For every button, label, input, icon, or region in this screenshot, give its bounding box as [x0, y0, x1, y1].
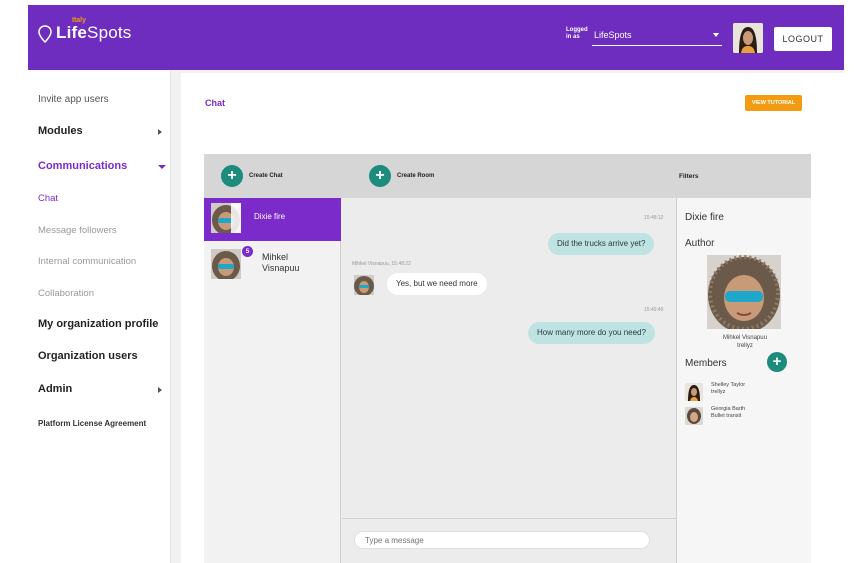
logout-button[interactable]: LOGOUT [774, 27, 832, 51]
sidebar-item-communications[interactable]: Communications [38, 160, 127, 172]
screenshot-frame: Italy LifeSpots Logged in as LifeSpots L… [0, 0, 854, 563]
sidebar-item-my-organization-profile[interactable]: My organization profile [38, 318, 158, 330]
room-thumbnail [211, 203, 241, 233]
create-chat-label: Create Chat [249, 173, 283, 179]
avatar-portrait-icon [685, 383, 703, 401]
logged-in-label: Logged in as [566, 27, 588, 40]
fur-hood-portrait-icon [707, 255, 781, 329]
room-name: Dixie fire [685, 212, 724, 223]
member-item[interactable]: Shelley Taylor trellyz [685, 382, 805, 404]
fur-hood-portrait-icon [211, 203, 241, 233]
message-timestamp: 15:48:12 [644, 215, 664, 221]
author-name: Mihkel Visnapuu [723, 335, 767, 341]
conversation-name: Dixie fire [254, 212, 286, 221]
top-bar: Italy LifeSpots Logged in as LifeSpots L… [28, 5, 844, 70]
avatar-portrait-icon [733, 23, 763, 53]
plus-icon: + [221, 165, 243, 187]
sidebar-item-platform-license-agreement[interactable]: Platform License Agreement [38, 419, 146, 428]
lifespots-logo[interactable]: Italy LifeSpots [38, 17, 132, 43]
sidebar-item-organization-users[interactable]: Organization users [38, 350, 138, 362]
logo-tagline: Italy [72, 17, 87, 24]
add-member-button[interactable]: + [767, 352, 787, 372]
view-tutorial-button[interactable]: VIEW TUTORIAL [745, 95, 802, 111]
page-title: Chat [205, 98, 225, 108]
create-room-button[interactable]: + Create Room [369, 165, 434, 187]
contact-avatar [211, 249, 241, 279]
sidebar-item-admin[interactable]: Admin [38, 383, 72, 395]
conversation-item-mihkel-visnapuu[interactable]: 5 Mihkel Visnapuu [204, 244, 341, 287]
logo-text: LifeSpots [56, 23, 132, 42]
chevron-down-icon [158, 165, 166, 169]
user-avatar[interactable] [733, 23, 763, 53]
members-heading: Members [685, 358, 727, 369]
plus-icon: + [369, 165, 391, 187]
member-name: Georgia Barth [711, 406, 746, 412]
chat-panel: + Create Chat + Create Room Filters Dixi… [204, 154, 811, 563]
member-avatar [685, 407, 703, 425]
conversation-item-dixie-fire[interactable]: Dixie fire [204, 198, 341, 241]
message-bubble-outgoing: How many more do you need? [528, 322, 655, 344]
sidebar-item-collaboration[interactable]: Collaboration [38, 288, 94, 299]
filters-label[interactable]: Filters [679, 173, 699, 180]
fur-hood-portrait-icon [211, 249, 241, 279]
create-chat-button[interactable]: + Create Chat [221, 165, 283, 187]
location-pin-icon [38, 25, 52, 43]
message-bubble-outgoing: Did the trucks arrive yet? [548, 233, 655, 255]
author-info: Mihkel Visnapuu trellyz [715, 334, 775, 350]
message-thread: 15:48:12 Did the trucks arrive yet? Mihk… [342, 198, 676, 518]
compose-area [342, 518, 676, 563]
sender-avatar [354, 275, 374, 295]
chevron-down-icon [713, 33, 719, 37]
main-content: Chat VIEW TUTORIAL + Create Chat + Creat… [181, 73, 844, 563]
sidebar: Invite app users Modules Communications … [28, 70, 171, 563]
member-item[interactable]: Georgia Barth Bullet transit [685, 406, 805, 428]
member-org: trellyz [711, 389, 726, 395]
avatar-portrait-icon [685, 407, 703, 425]
message-timestamp: 15:49:40 [644, 307, 664, 313]
unread-badge: 5 [242, 246, 253, 257]
member-avatar [685, 383, 703, 401]
conversation-list: Dixie fire 5 Mihkel Visnapuu [204, 198, 341, 563]
create-room-label: Create Room [397, 173, 435, 179]
member-name: Shelley Taylor [711, 382, 746, 388]
message-bubble-incoming: Yes, but we need more [387, 273, 487, 295]
message-input[interactable] [354, 531, 650, 549]
author-photo [707, 255, 781, 329]
account-select[interactable]: LifeSpots [592, 30, 722, 46]
chevron-right-icon [158, 387, 162, 393]
sidebar-item-modules[interactable]: Modules [38, 125, 83, 137]
fur-hood-portrait-icon [354, 275, 374, 295]
sidebar-item-invite-app-users[interactable]: Invite app users [38, 94, 109, 105]
member-org: Bullet transit [711, 413, 742, 419]
sidebar-item-chat[interactable]: Chat [38, 193, 58, 204]
chat-details-panel: Dixie fire Author Mihkel Visnapuu trelly… [676, 198, 811, 563]
chevron-right-icon [158, 129, 162, 135]
chat-toolbar: + Create Chat + Create Room Filters [204, 154, 811, 198]
sidebar-item-internal-communication[interactable]: Internal communication [38, 256, 136, 267]
author-heading: Author [685, 238, 715, 249]
author-org: trellyz [737, 343, 753, 349]
message-sender-info: Mihkel Visnapuu, 15:48:22 [352, 261, 411, 267]
account-select-value: LifeSpots [594, 30, 632, 40]
sidebar-item-message-followers[interactable]: Message followers [38, 225, 117, 236]
conversation-name: Mihkel Visnapuu [262, 252, 300, 273]
app-window: Italy LifeSpots Logged in as LifeSpots L… [28, 5, 844, 563]
